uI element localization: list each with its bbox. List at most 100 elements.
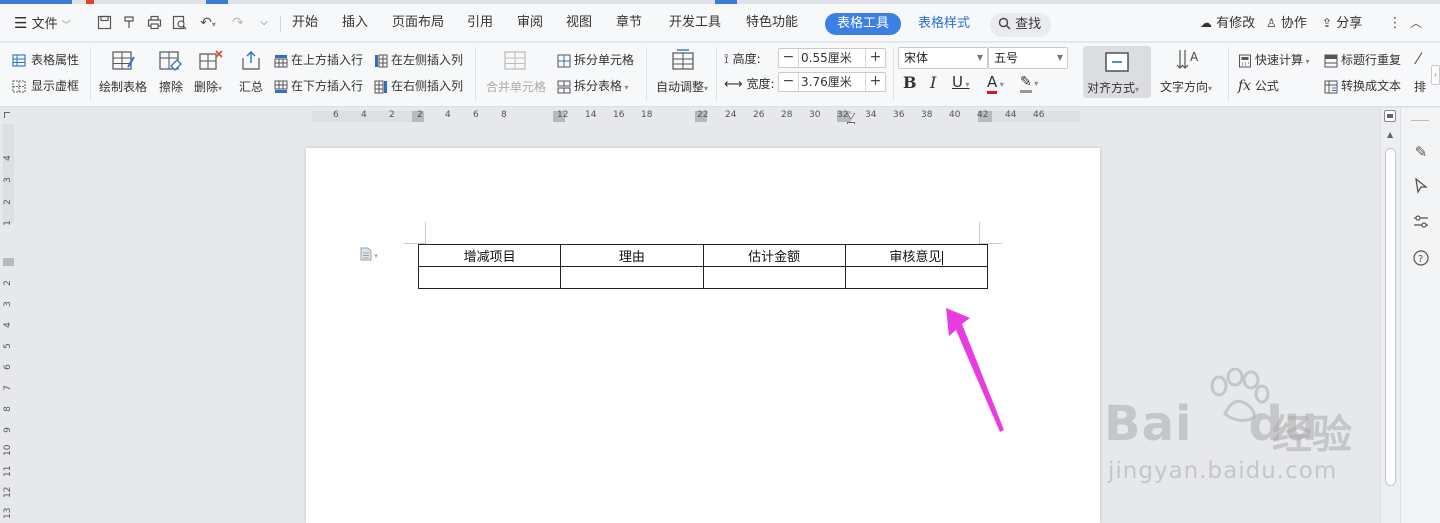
select-cursor-icon[interactable] [1411,177,1431,198]
align-button[interactable]: 对齐方式▾ [1083,46,1151,98]
tab-review[interactable]: 审阅 [517,4,543,42]
ruler-number: 18 [641,110,653,120]
share-button[interactable]: ⇪ 分享 [1322,4,1362,42]
font-size-select[interactable]: 五号 ▼ [988,47,1068,69]
table-cell[interactable]: 估计金额 [702,244,846,267]
split-view-icon[interactable] [1384,110,1396,122]
bold-button[interactable]: B [903,73,917,92]
collapse-ribbon-icon[interactable]: ︿ [1410,4,1422,42]
tab-home[interactable]: 开始 [292,4,318,42]
height-decrease-button[interactable]: − [779,49,799,67]
height-increase-button[interactable]: + [865,49,885,67]
collaborate-button[interactable]: ♙ 协作 [1266,4,1307,42]
table-cell-active[interactable]: 审核意见 [844,244,989,267]
tab-chapter[interactable]: 章节 [616,4,642,42]
search-button[interactable]: 查找 [990,13,1052,37]
delete-button[interactable]: 删除▾ [194,78,222,95]
highlight-button[interactable]: ✎ ▾ [1020,74,1038,93]
table-cell[interactable]: 理由 [560,244,704,267]
file-menu[interactable]: ☰ 文件 ﹀ [14,4,71,42]
save-icon[interactable] [96,15,112,31]
tab-special-features[interactable]: 特色功能 [746,4,798,42]
erase-button[interactable]: 擦除 [159,78,183,95]
formula-button[interactable]: fx 公式 [1238,77,1279,94]
width-value[interactable]: 3.76厘米 [801,73,852,91]
split-table-button[interactable]: 拆分表格 ▾ [557,77,629,94]
document-table[interactable]: 增减项目 理由 估计金额 审核意见 [417,244,989,289]
table-handle[interactable]: ▾ [360,247,378,261]
scroll-up-icon[interactable]: ▲ [1387,130,1393,139]
split-cells-button[interactable]: 拆分单元格 [557,51,634,68]
draw-table-button[interactable]: 绘制表格 [99,78,147,95]
font-name-select[interactable]: 宋体 ▼ [898,47,988,69]
table-cell[interactable] [417,266,562,289]
insert-col-left-button[interactable]: 在左侧插入列 [374,51,463,68]
format-painter-icon[interactable] [121,15,137,31]
print-preview-icon[interactable] [171,15,187,31]
vertical-ruler[interactable]: 4 3 2 1 2 3 4 5 6 7 8 9 10 11 12 13 [0,124,16,523]
tab-table-style[interactable]: 表格样式 [906,13,982,35]
redo-icon[interactable]: ↷ [230,15,246,31]
indent-marker[interactable] [846,108,856,120]
gridlines-icon [12,79,26,93]
text-direction-button[interactable]: 文字方向▾ [1160,78,1212,95]
customize-toolbar-icon[interactable]: ⌵ [256,15,272,31]
edit-pen-icon[interactable]: ✎ [1411,142,1431,162]
convert-to-text-button[interactable]: 转换成文本 [1324,77,1401,94]
eraser-icon [159,51,182,71]
width-decrease-button[interactable]: − [779,73,799,91]
table-row: 增减项目 理由 估计金额 审核意见 [417,244,989,267]
tab-page-layout[interactable]: 页面布局 [392,4,444,42]
quick-calc-button[interactable]: 快速计算 ▾ [1238,51,1310,68]
ruler-number: 2 [3,280,13,286]
tab-view[interactable]: 视图 [566,4,592,42]
col-width-stepper[interactable]: − 3.76厘米 + [778,72,886,92]
summarize-button[interactable]: 汇总 [239,78,263,95]
search-icon [998,17,1015,32]
ribbon-pen-icon[interactable]: ⁄ [1417,49,1420,68]
insert-col-right-button[interactable]: 在右侧插入列 [374,77,463,94]
vertical-scrollbar[interactable]: ▲ [1380,108,1400,523]
ruler-number: 14 [585,110,597,120]
settings-sliders-icon[interactable] [1411,214,1431,234]
row-height-label: ⟟ 高度: [724,52,761,67]
sort-button[interactable]: 排 [1414,78,1426,95]
insert-col-right-icon [374,80,387,93]
repeat-header-button[interactable]: 标题行重复 [1324,51,1401,68]
dropdown-icon: ▼ [1056,53,1063,62]
auto-fit-button[interactable]: 自动调整▾ [656,78,708,95]
more-options-icon[interactable]: ⋮ [1388,4,1402,42]
show-gridlines-button[interactable]: 显示虚框 [12,77,79,94]
table-cell[interactable]: 增减项目 [417,244,562,267]
scrollbar-thumb[interactable] [1385,148,1396,486]
insert-row-above-button[interactable]: 在上方插入行 [274,51,363,68]
print-icon[interactable] [146,15,162,31]
height-value[interactable]: 0.55厘米 [801,49,852,67]
ruler-number: 2 [389,110,395,120]
table-properties-button[interactable]: 表格属性 [12,51,79,68]
table-cell[interactable] [702,266,846,289]
table-cell[interactable] [560,266,704,289]
tab-developer[interactable]: 开发工具 [669,4,721,42]
menu-separator [280,16,281,32]
tab-insert[interactable]: 插入 [342,4,368,42]
font-color-button[interactable]: A ▾ [987,73,1004,94]
tab-references[interactable]: 引用 [467,4,493,42]
row-height-stepper[interactable]: − 0.55厘米 + [778,48,886,68]
modified-status[interactable]: ☁ 有修改 [1200,4,1255,42]
help-icon[interactable]: ? [1411,250,1431,270]
underline-button[interactable]: U ▾ [952,73,970,91]
undo-icon[interactable]: ↶▾ [196,15,220,31]
tab-table-tools[interactable]: 表格工具 [825,13,902,35]
ribbon-separator [1228,47,1229,101]
tab-stop-selector[interactable] [4,112,10,118]
ruler-number: 16 [613,110,625,120]
italic-button[interactable]: I [930,73,936,92]
width-increase-button[interactable]: + [865,73,885,91]
ribbon-scroll-right[interactable]: › [1431,65,1440,85]
table-cell[interactable] [844,266,989,289]
horizontal-ruler[interactable]: 6 4 2 2 4 6 8 12 14 16 18 22 24 26 28 30 32 34 36 38 40 42 44 4… [0,108,1440,130]
insert-row-below-button[interactable]: 在下方插入行 [274,77,363,94]
merge-cells-button[interactable]: 合并单元格 [486,78,546,95]
ruler-number: 2 [417,110,423,120]
